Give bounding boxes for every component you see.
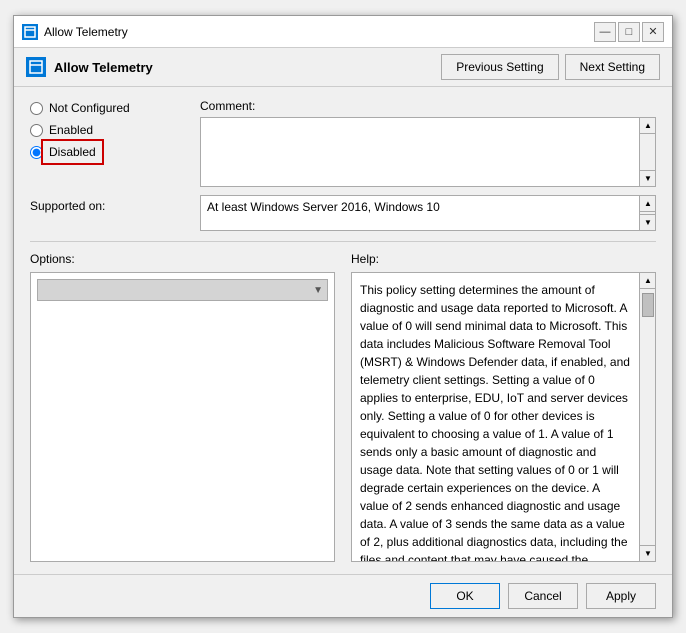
dropdown-arrow-icon: ▼ bbox=[313, 285, 323, 296]
supported-scroll-up[interactable]: ▲ bbox=[640, 196, 656, 212]
radio-disabled-label: Disabled bbox=[49, 145, 96, 159]
previous-setting-button[interactable]: Previous Setting bbox=[441, 54, 558, 80]
radio-not-configured-label: Not Configured bbox=[49, 101, 130, 115]
apply-button[interactable]: Apply bbox=[586, 583, 656, 609]
options-box: ▼ bbox=[30, 272, 335, 562]
help-paragraph-1: This policy setting determines the amoun… bbox=[360, 281, 631, 561]
help-label: Help: bbox=[351, 252, 656, 266]
help-scroll-down[interactable]: ▼ bbox=[640, 545, 656, 561]
next-setting-button[interactable]: Next Setting bbox=[565, 54, 660, 80]
title-icon bbox=[22, 24, 38, 40]
radio-enabled-input[interactable] bbox=[30, 124, 43, 137]
ok-button[interactable]: OK bbox=[430, 583, 500, 609]
title-bar-left: Allow Telemetry bbox=[22, 24, 128, 40]
minimize-button[interactable]: — bbox=[594, 22, 616, 42]
radio-enabled-label: Enabled bbox=[49, 123, 93, 137]
supported-row: Supported on: At least Windows Server 20… bbox=[30, 195, 656, 231]
supported-value: At least Windows Server 2016, Windows 10 bbox=[207, 200, 440, 214]
radio-group: Not Configured Enabled Disabled bbox=[30, 99, 200, 187]
help-text-area: This policy setting determines the amoun… bbox=[352, 273, 639, 561]
comment-section: Comment: ▲ ▼ bbox=[200, 99, 656, 187]
comment-scroll-up[interactable]: ▲ bbox=[640, 118, 656, 134]
help-scrollbar: ▲ ▼ bbox=[639, 273, 655, 561]
radio-enabled[interactable]: Enabled bbox=[30, 123, 200, 137]
options-section: Options: ▼ bbox=[30, 252, 335, 562]
help-scroll-up[interactable]: ▲ bbox=[640, 273, 656, 289]
radio-disabled-input[interactable] bbox=[30, 146, 43, 159]
close-button[interactable]: ✕ bbox=[642, 22, 664, 42]
help-text: This policy setting determines the amoun… bbox=[360, 281, 631, 561]
dialog-window: Allow Telemetry — □ ✕ Allow Telemetry Pr… bbox=[13, 15, 673, 618]
comment-textarea[interactable] bbox=[201, 118, 639, 186]
options-help: Options: ▼ Help: This policy setting det… bbox=[30, 252, 656, 562]
help-section: Help: This policy setting determines the… bbox=[351, 252, 656, 562]
header-title: Allow Telemetry bbox=[26, 57, 153, 77]
help-scroll-thumb-area bbox=[640, 289, 655, 545]
header-title-text: Allow Telemetry bbox=[54, 60, 153, 75]
cancel-button[interactable]: Cancel bbox=[508, 583, 578, 609]
header-bar: Allow Telemetry Previous Setting Next Se… bbox=[14, 48, 672, 87]
radio-disabled[interactable]: Disabled bbox=[30, 145, 200, 159]
title-bar: Allow Telemetry — □ ✕ bbox=[14, 16, 672, 48]
options-label: Options: bbox=[30, 252, 335, 266]
radio-not-configured-input[interactable] bbox=[30, 102, 43, 115]
section-divider bbox=[30, 241, 656, 242]
supported-scroll-down[interactable]: ▼ bbox=[640, 214, 656, 230]
supported-scrollbar: ▲ ▼ bbox=[639, 196, 655, 230]
supported-box: At least Windows Server 2016, Windows 10… bbox=[200, 195, 656, 231]
maximize-button[interactable]: □ bbox=[618, 22, 640, 42]
help-box-wrapper: This policy setting determines the amoun… bbox=[351, 272, 656, 562]
top-section: Not Configured Enabled Disabled Comment: bbox=[30, 99, 656, 187]
title-controls: — □ ✕ bbox=[594, 22, 664, 42]
options-dropdown[interactable]: ▼ bbox=[37, 279, 328, 301]
comment-label: Comment: bbox=[200, 99, 656, 113]
radio-not-configured[interactable]: Not Configured bbox=[30, 101, 200, 115]
comment-scroll-down[interactable]: ▼ bbox=[640, 170, 656, 186]
comment-box-wrapper: ▲ ▼ bbox=[200, 117, 656, 187]
radio-disabled-selected-label: Disabled bbox=[45, 143, 100, 161]
title-bar-text: Allow Telemetry bbox=[44, 25, 128, 39]
supported-label: Supported on: bbox=[30, 195, 200, 213]
header-icon bbox=[26, 57, 46, 77]
footer: OK Cancel Apply bbox=[14, 574, 672, 617]
header-buttons: Previous Setting Next Setting bbox=[441, 54, 660, 80]
comment-scrollbar: ▲ ▼ bbox=[639, 118, 655, 186]
main-content: Not Configured Enabled Disabled Comment: bbox=[14, 87, 672, 574]
help-scroll-thumb[interactable] bbox=[642, 293, 654, 317]
